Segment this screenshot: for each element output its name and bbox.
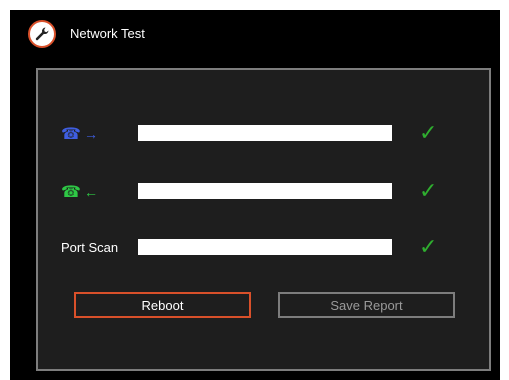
arrow-right-icon: → (83, 126, 98, 142)
network-test-window: Network Test ☎ → ✓ ☎ ← ✓ Port Scan ✓ Reb… (10, 10, 500, 380)
wrench-icon (28, 20, 56, 48)
arrow-left-icon: ← (83, 184, 98, 200)
checkmark-icon: ✓ (419, 234, 438, 259)
save-report-button[interactable]: Save Report (278, 292, 455, 318)
title-bar: Network Test (10, 10, 500, 62)
progress-fill (138, 125, 392, 141)
progress-fill (138, 183, 392, 199)
test-row-incoming: ☎ ← ✓ (38, 178, 489, 203)
test-row-port-scan: Port Scan ✓ (38, 234, 489, 259)
outgoing-call-label: ☎ → (61, 124, 98, 144)
port-scan-label: Port Scan (61, 240, 119, 255)
checkmark-icon: ✓ (419, 178, 438, 203)
checkmark-icon: ✓ (419, 120, 438, 145)
test-panel: ☎ → ✓ ☎ ← ✓ Port Scan ✓ Reboot Save Report (36, 68, 491, 371)
progress-bar-incoming (138, 183, 392, 199)
test-row-outgoing: ☎ → ✓ (38, 120, 489, 145)
progress-bar-outgoing (138, 125, 392, 141)
progress-fill (138, 239, 392, 255)
phone-icon: ☎ (61, 184, 81, 201)
phone-icon: ☎ (61, 126, 81, 143)
reboot-button[interactable]: Reboot (74, 292, 251, 318)
app-title: Network Test (70, 26, 145, 41)
progress-bar-port-scan (138, 239, 392, 255)
incoming-call-label: ☎ ← (61, 182, 98, 202)
